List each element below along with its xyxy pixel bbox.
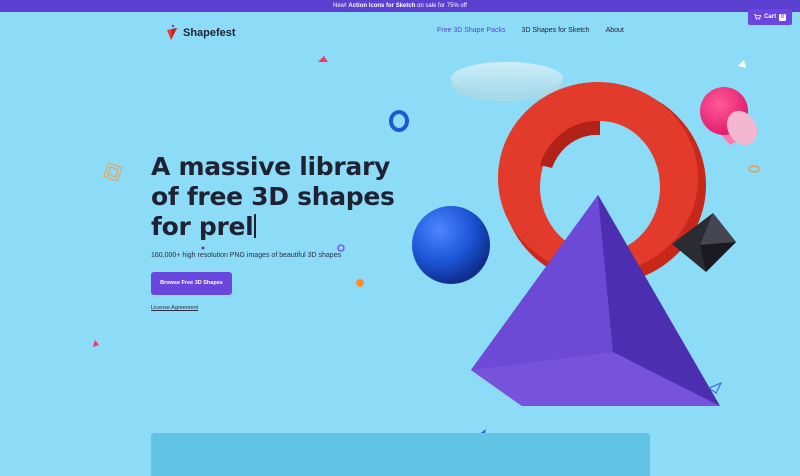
typing-caret [254, 214, 257, 238]
license-agreement-link[interactable]: License Agreement [151, 305, 198, 311]
hero-title: A massive library of free 3D shapes for … [151, 152, 411, 242]
preview-card [151, 433, 650, 476]
hero-subtitle: 160,000+ high resolution PNG images of b… [151, 252, 342, 259]
pink-cylinder-shape [700, 87, 758, 146]
browse-shapes-button[interactable]: Browse Free 3D Shapes [151, 272, 232, 295]
disc-shape [451, 62, 563, 101]
hero-title-text: A massive library of free 3D shapes for … [151, 152, 395, 241]
blue-sphere-shape [412, 206, 490, 284]
blue-ring-shape [389, 110, 409, 132]
